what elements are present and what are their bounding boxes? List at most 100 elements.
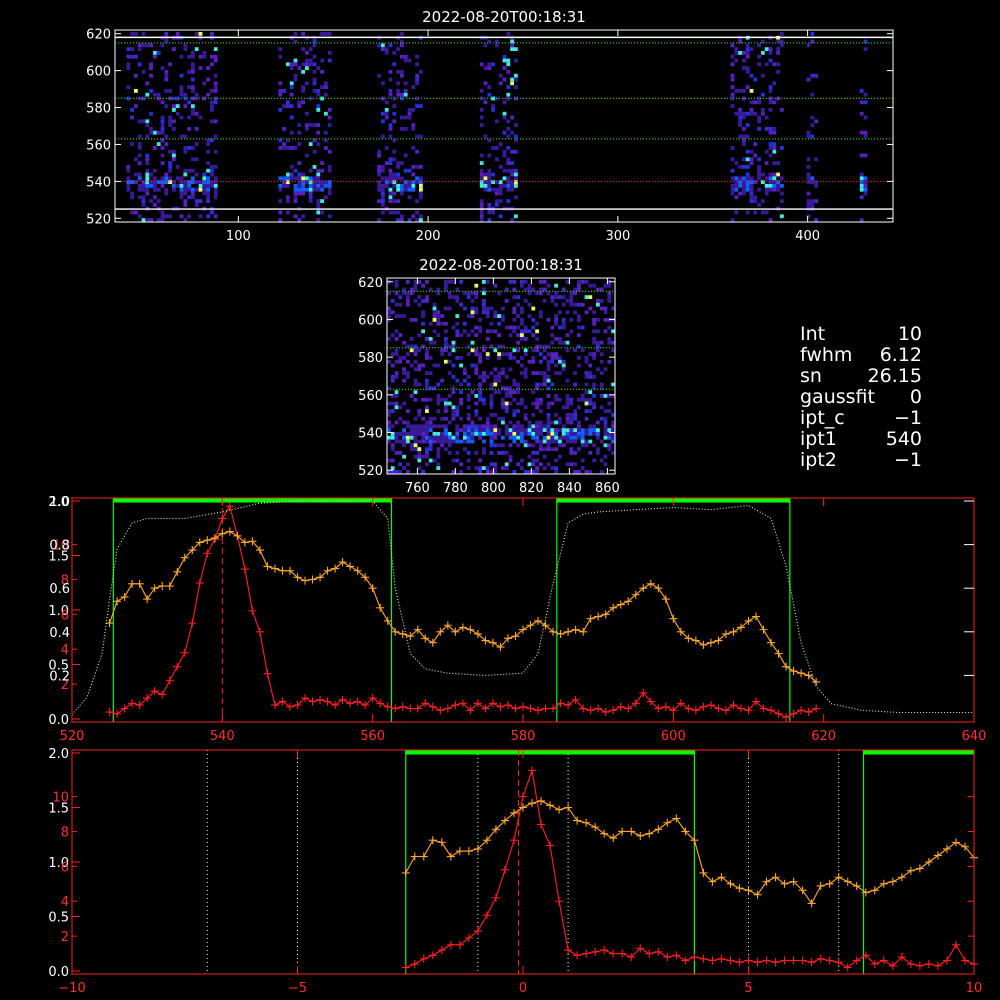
- heatmap-cell: [417, 432, 422, 436]
- heatmap-cell: [286, 100, 290, 105]
- heatmap-cell: [806, 165, 811, 169]
- heatmap-cell: [863, 153, 868, 158]
- heatmap-cell: [282, 104, 286, 108]
- heatmap-cell: [814, 73, 818, 78]
- heatmap-cell: [301, 172, 305, 177]
- heatmap-cell: [381, 191, 385, 196]
- heatmap-cell: [153, 195, 157, 200]
- heatmap-cell: [539, 314, 543, 318]
- heatmap-cell: [130, 210, 134, 215]
- heatmap-cell: [478, 356, 482, 360]
- heatmap-cell: [377, 168, 381, 173]
- heatmap-cell: [289, 81, 294, 86]
- heatmap-cell: [451, 340, 456, 345]
- heatmap-cell: [428, 397, 433, 402]
- heatmap-cell: [305, 127, 309, 131]
- heatmap-cell: [466, 428, 471, 432]
- heatmap-cell: [863, 115, 868, 120]
- heatmap-cell: [455, 435, 460, 440]
- heatmap-cell: [425, 295, 429, 299]
- heatmap-cell: [145, 168, 150, 173]
- heatmap-cell: [603, 409, 608, 413]
- heatmap-cell: [394, 337, 399, 341]
- heatmap-cell: [863, 134, 868, 139]
- heatmap-cell: [293, 168, 298, 173]
- heatmap-cell: [546, 424, 551, 429]
- heatmap-cell: [210, 168, 214, 173]
- heatmap-cell: [523, 439, 528, 444]
- heatmap-cell: [297, 184, 302, 188]
- heatmap-cell: [474, 306, 479, 311]
- heatmap-cell: [164, 142, 169, 146]
- heatmap-cell: [455, 428, 460, 432]
- heatmap-cell: [478, 470, 482, 474]
- heatmap-cell: [134, 89, 138, 93]
- heatmap-cell: [447, 439, 452, 444]
- heatmap-cell: [421, 314, 425, 318]
- heatmap-cell: [546, 443, 551, 448]
- heatmap-cell: [742, 89, 746, 93]
- heatmap-cell: [542, 428, 547, 432]
- heatmap-cell: [502, 115, 507, 120]
- heatmap-cell: [388, 161, 393, 165]
- heatmap-cell: [539, 359, 543, 364]
- heatmap-cell: [466, 382, 471, 387]
- heatmap-cell: [316, 92, 321, 97]
- heatmap-cell: [440, 424, 444, 429]
- heatmap-cell: [436, 466, 441, 470]
- heatmap-cell: [436, 333, 441, 337]
- heatmap-cell: [463, 447, 467, 451]
- heatmap-cell: [757, 127, 761, 131]
- heatmap-cell: [160, 161, 165, 165]
- heatmap-cell: [194, 187, 199, 192]
- heatmap-cell: [512, 348, 517, 353]
- heatmap-cell: [516, 382, 520, 387]
- heatmap-cell: [153, 51, 157, 55]
- heatmap-cell: [463, 424, 467, 429]
- heatmap-cell: [411, 85, 416, 89]
- heatmap-cell: [514, 134, 518, 139]
- heatmap-cell: [504, 375, 509, 379]
- heatmap-cell: [183, 199, 188, 203]
- heatmap-cell: [483, 184, 488, 188]
- heatmap-cell: [535, 435, 539, 440]
- heatmap-cell: [417, 447, 422, 451]
- heatmap-cell: [607, 337, 612, 341]
- heatmap-cell: [455, 424, 460, 429]
- heatmap-cell: [137, 187, 142, 192]
- heatmap-cell: [213, 187, 218, 192]
- heatmap-cell: [421, 439, 425, 444]
- heatmap-cell: [398, 462, 403, 467]
- heatmap-cell: [531, 359, 536, 364]
- heatmap-cell: [455, 295, 460, 299]
- heatmap-cell: [577, 314, 581, 318]
- heatmap-cell: [478, 458, 482, 463]
- heatmap-cell: [421, 321, 425, 326]
- heatmap-cell: [510, 184, 514, 188]
- stat-label: ipt2: [800, 449, 837, 471]
- heatmap-cell: [516, 390, 520, 394]
- heatmap-cell: [764, 161, 769, 165]
- heatmap-cell: [588, 375, 593, 379]
- heatmap-cell: [428, 416, 433, 421]
- heatmap-cell: [398, 302, 403, 307]
- heatmap-cell: [584, 356, 589, 360]
- heatmap-cell: [493, 424, 498, 429]
- heatmap-cell: [504, 299, 509, 303]
- stat-value: 26.15: [868, 365, 922, 387]
- heatmap-cell: [776, 161, 780, 165]
- heatmap-cell: [289, 115, 294, 120]
- heatmap-cell: [550, 356, 555, 360]
- heatmap-cell: [308, 180, 313, 184]
- heatmap-cell: [466, 405, 471, 410]
- heatmap-cell: [145, 187, 150, 192]
- heatmap-cell: [388, 123, 393, 127]
- heatmap-cell: [493, 435, 498, 440]
- heatmap-cell: [320, 85, 324, 89]
- heatmap-cell: [554, 321, 558, 326]
- heatmap-cell: [400, 187, 404, 192]
- heatmap-cell: [470, 439, 475, 444]
- heatmap-cell: [183, 47, 188, 51]
- heatmap-cell: [213, 180, 218, 184]
- heatmap-cell: [527, 283, 532, 288]
